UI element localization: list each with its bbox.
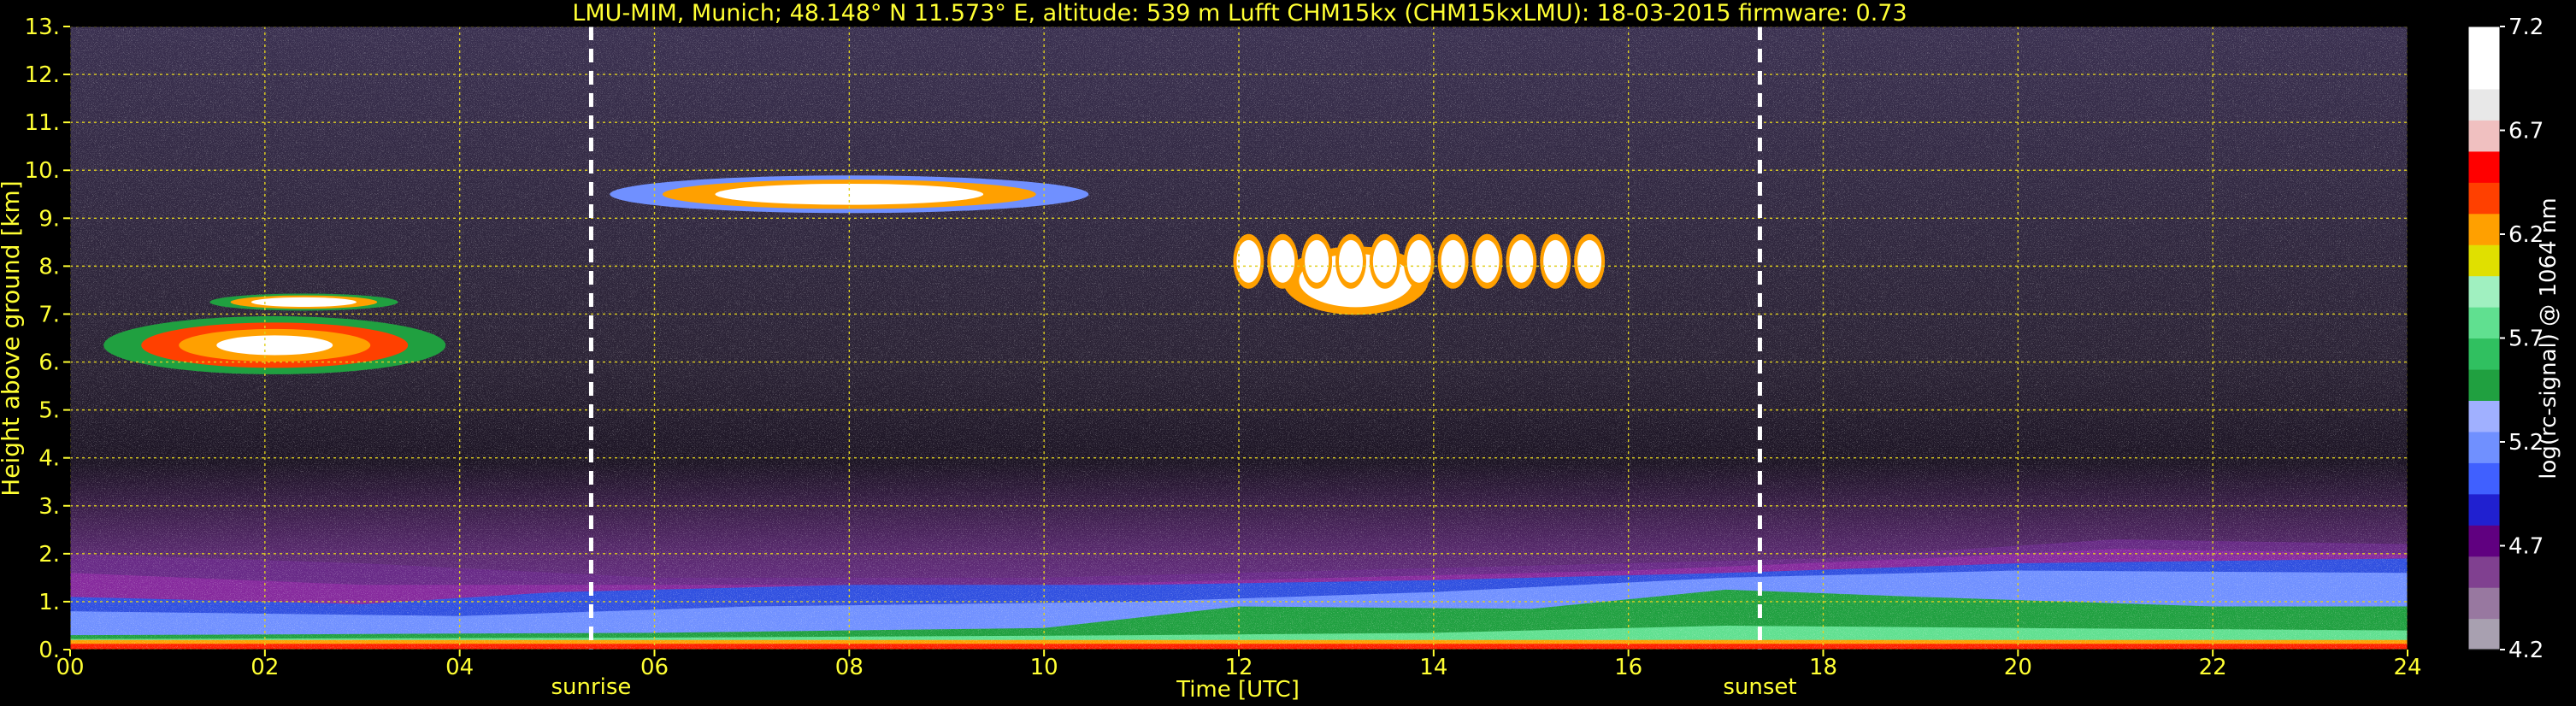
cirrus-fallstreak	[1543, 239, 1568, 283]
y-tick-label: 10.	[25, 158, 60, 184]
cirrus-fallstreak	[1475, 239, 1500, 283]
y-tick-label: 13.	[25, 15, 60, 40]
colorbar-segment	[2468, 400, 2500, 432]
x-tick-label: 20	[2004, 655, 2032, 680]
y-tick-label: 1.	[38, 590, 60, 615]
y-tick-label: 3.	[38, 494, 60, 520]
colorbar-segment	[2468, 275, 2500, 308]
ceilometer-chart: 0.1.2.3.4.5.6.7.8.9.10.11.12.13. 00 02 04 0…	[0, 0, 2561, 703]
colorbar-segment	[2468, 88, 2500, 121]
colorbar-segment	[2468, 307, 2500, 339]
colorbar-segment	[2468, 368, 2500, 401]
colorbar-segment	[2468, 213, 2500, 245]
colorbar-tick-label: 7.2	[2508, 15, 2544, 40]
sunrise-label: sunrise	[551, 674, 631, 700]
chart-title: LMU-MIM, Munich; 48.148° N 11.573° E, al…	[572, 0, 1907, 26]
y-tick-label: 12.	[25, 62, 60, 88]
colorbar: 4.24.75.25.76.26.77.2	[2467, 15, 2544, 663]
event-labels: sunrise sunset	[551, 674, 1796, 700]
y-tick-label: 2.	[38, 542, 60, 568]
x-tick-label: 24	[2393, 655, 2421, 680]
cirrus-fallstreak	[1372, 239, 1397, 283]
x-tick-label: 04	[445, 655, 474, 680]
colorbar-segment	[2468, 182, 2500, 215]
colorbar-segment	[2468, 525, 2500, 557]
x-tick-label: 10	[1030, 655, 1058, 680]
colorbar-segment	[2468, 587, 2500, 620]
x-tick-label: 08	[835, 655, 864, 680]
colorbar-tick-label: 4.7	[2508, 534, 2544, 560]
colorbar-segment	[2468, 493, 2500, 526]
y-tick-label: 7.	[38, 302, 60, 327]
x-tick-label: 16	[1614, 655, 1642, 680]
colorbar-segment	[2468, 556, 2500, 588]
plot-area	[70, 26, 2408, 650]
cirrus-fallstreak	[1509, 239, 1534, 283]
cirrus-fallstreak	[1441, 239, 1465, 283]
colorbar-tick-label: 6.7	[2508, 119, 2544, 144]
x-axis-label: Time [UTC]	[1176, 677, 1300, 703]
colorbar-segment	[2468, 26, 2500, 59]
colorbar-segment	[2468, 431, 2500, 463]
x-tick-label: 06	[640, 655, 669, 680]
cirrus-fallstreak	[1338, 239, 1364, 283]
y-tick-label: 9.	[38, 206, 60, 232]
cirrus-fallstreak	[1270, 239, 1295, 283]
y-tick-label: 5.	[38, 398, 60, 424]
x-tick-label: 18	[1809, 655, 1837, 680]
cirrus-fallstreak	[1577, 239, 1602, 283]
y-axis-label: Height above ground [km]	[0, 180, 25, 497]
colorbar-segment	[2468, 120, 2500, 152]
cirrus-fallstreak	[1305, 239, 1329, 283]
colorbar-label: log(rc-signal) @ 1064 nm	[2536, 197, 2561, 479]
y-tick-label: 4.	[38, 446, 60, 472]
x-tick-label: 02	[251, 655, 279, 680]
cirrus-fallstreak	[1406, 239, 1431, 283]
y-tick-label: 11.	[25, 110, 60, 136]
colorbar-segment	[2468, 57, 2500, 90]
colorbar-segment	[2468, 338, 2500, 370]
colorbar-tick-label: 4.2	[2508, 638, 2544, 663]
cirrus-fallstreak	[1236, 239, 1261, 283]
colorbar-segment	[2468, 618, 2500, 650]
x-tick-label: 00	[56, 655, 84, 680]
cirrus-cloud-early	[251, 297, 357, 308]
x-axis: 00 02 04 06 08 10 12 14 16 18 20 22 24	[56, 650, 2422, 680]
x-tick-label: 14	[1419, 655, 1447, 680]
y-tick-label: 8.	[38, 254, 60, 279]
colorbar-segment	[2468, 244, 2500, 277]
sunset-label: sunset	[1723, 674, 1796, 700]
y-tick-label: 6.	[38, 350, 60, 376]
colorbar-segment	[2468, 462, 2500, 495]
y-axis: 0.1.2.3.4.5.6.7.8.9.10.11.12.13.	[25, 15, 70, 663]
cirrus-cloud-early	[216, 335, 333, 356]
x-tick-label: 22	[2199, 655, 2227, 680]
colorbar-segment	[2468, 150, 2500, 183]
